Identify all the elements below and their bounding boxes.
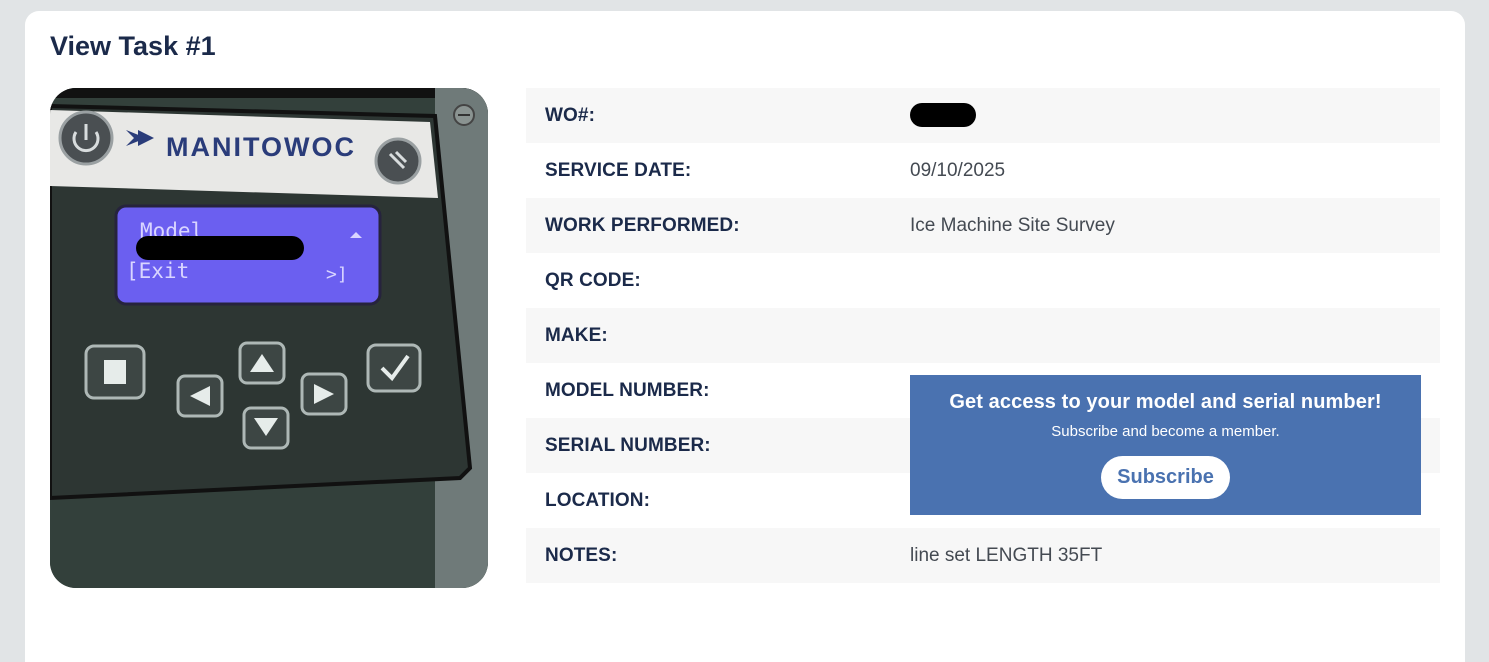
display-line-2: [Exit [126,259,189,283]
detail-row-notes: NOTES: line set LENGTH 35FT [526,528,1440,583]
detail-label: NOTES: [545,544,618,566]
detail-label: SERIAL NUMBER: [545,434,711,456]
promo-subtitle: Subscribe and become a member. [1051,423,1280,440]
power-icon [58,110,114,166]
detail-label: WO#: [545,104,596,126]
check-button-icon [366,343,422,393]
task-card: View Task #1 MANITOWOC Model [Exit >] WO… [25,11,1465,662]
detail-label: MAKE: [545,324,608,346]
subscribe-promo: Get access to your model and serial numb… [910,375,1421,515]
detail-row-work-performed: WORK PERFORMED: Ice Machine Site Survey [526,198,1440,253]
detail-label: SERVICE DATE: [545,159,692,181]
detail-label: MODEL NUMBER: [545,379,710,401]
detail-row-make: MAKE: [526,308,1440,363]
display-arrow: >] [326,264,348,285]
detail-label: WORK PERFORMED: [545,214,740,236]
redaction-pill [910,102,976,127]
subscribe-button[interactable]: Subscribe [1101,456,1230,499]
redaction-bar [136,236,304,260]
detail-row-wo: WO#: [526,88,1440,143]
equipment-photo: MANITOWOC Model [Exit >] [50,88,488,588]
detail-value: 09/10/2025 [910,159,1006,181]
detail-value-redacted [910,99,976,133]
detail-value: line set LENGTH 35FT [910,544,1103,566]
detail-row-qr-code: QR CODE: [526,253,1440,308]
detail-row-service-date: SERVICE DATE: 09/10/2025 [526,143,1440,198]
detail-label: QR CODE: [545,269,641,291]
detail-value: Ice Machine Site Survey [910,214,1115,236]
promo-title: Get access to your model and serial numb… [949,391,1382,413]
clean-icon [374,137,422,185]
detail-label: LOCATION: [545,489,651,511]
page-title: View Task #1 [50,31,216,61]
svg-text:MANITOWOC: MANITOWOC [166,132,356,162]
